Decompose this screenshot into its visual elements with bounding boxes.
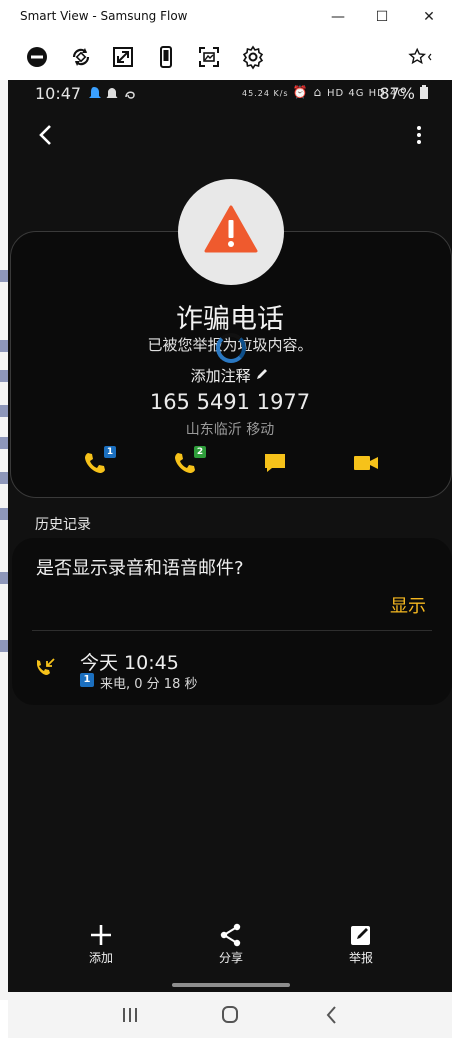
more-options-icon[interactable]	[414, 124, 424, 146]
message-button[interactable]	[262, 450, 292, 478]
phone-screen: 10:47 45.24 K/s ⏰ ⌂ HD 4G HD 4G 87% 诈骗电话…	[8, 80, 452, 992]
call-sim1-button[interactable]: 1	[82, 446, 116, 478]
show-recordings-button[interactable]: 显示	[390, 592, 426, 618]
battery-icon	[420, 85, 428, 99]
incoming-call-icon	[37, 658, 55, 675]
maximize-button[interactable]: ☐	[370, 5, 394, 29]
history-section-label: 历史记录	[35, 517, 91, 533]
video-call-button[interactable]	[352, 450, 382, 478]
window-title: Smart View - Samsung Flow	[20, 9, 188, 23]
block-icon[interactable]	[24, 44, 50, 70]
title-bar: Smart View - Samsung Flow — ☐ ✕	[0, 0, 460, 34]
minimize-button[interactable]: —	[326, 5, 350, 29]
back-arrow-icon[interactable]	[34, 122, 58, 148]
screenshot-icon[interactable]	[196, 44, 222, 70]
contact-name: 诈骗电话	[176, 304, 284, 335]
share-label: 分享	[218, 951, 243, 965]
notification-icons-svg	[89, 87, 135, 99]
status-bar: 10:47 45.24 K/s ⏰ ⌂ HD 4G HD 4G 87%	[8, 80, 452, 108]
close-button[interactable]: ✕	[417, 5, 441, 29]
favorite-icon[interactable]	[408, 44, 442, 70]
history-divider	[32, 630, 432, 631]
share-button[interactable]: 分享	[201, 923, 261, 973]
report-label: 举报	[348, 951, 373, 965]
plus-icon	[91, 925, 111, 945]
message-icon	[265, 454, 285, 472]
notification-icons	[88, 85, 148, 104]
sim1-badge: 1	[104, 446, 116, 458]
warning-icon	[204, 205, 258, 253]
add-contact-button[interactable]: 添加	[71, 923, 131, 973]
rotate-icon[interactable]	[68, 44, 94, 70]
gesture-handle	[172, 983, 290, 987]
add-note-link[interactable]: 添加注释	[8, 365, 452, 386]
settings-icon[interactable]	[240, 44, 266, 70]
call-sim-badge: 1	[80, 673, 94, 687]
smart-view-window: Smart View - Samsung Flow — ☐ ✕ 10:47 45…	[0, 0, 460, 1047]
add-label: 添加	[88, 951, 113, 965]
history-card: 是否显示录音和语音邮件? 显示 今天 10:45 1 来电, 0 分 18 秒	[12, 538, 452, 705]
share-icon	[220, 923, 241, 947]
spam-avatar	[178, 179, 284, 285]
home-icon[interactable]	[218, 1004, 242, 1026]
add-note-label: 添加注释	[190, 367, 251, 385]
battery-level: 87%	[379, 84, 428, 103]
back-icon[interactable]	[320, 1004, 344, 1026]
loading-spinner	[216, 333, 246, 363]
video-camera-icon	[354, 456, 378, 470]
sim2-badge: 2	[194, 446, 206, 458]
recording-question: 是否显示录音和语音邮件?	[36, 558, 244, 579]
call-detail: 来电, 0 分 18 秒	[100, 677, 198, 692]
pencil-icon	[257, 369, 268, 379]
smart-view-toolbar	[0, 34, 460, 80]
number-location: 山东临沂 移动	[185, 422, 275, 438]
background-app-edge	[0, 80, 8, 1000]
phone-icon[interactable]	[153, 44, 179, 70]
fullscreen-icon[interactable]	[110, 44, 136, 70]
recent-apps-icon[interactable]	[118, 1004, 142, 1026]
system-navigation-bar	[8, 992, 452, 1038]
report-button[interactable]: 举报	[331, 923, 391, 973]
status-time: 10:47	[35, 84, 82, 103]
call-time: 今天 10:45	[80, 652, 179, 674]
phone-number: 165 5491 1977	[149, 390, 311, 414]
report-icon	[351, 926, 370, 945]
call-sim2-button[interactable]: 2	[172, 446, 206, 478]
